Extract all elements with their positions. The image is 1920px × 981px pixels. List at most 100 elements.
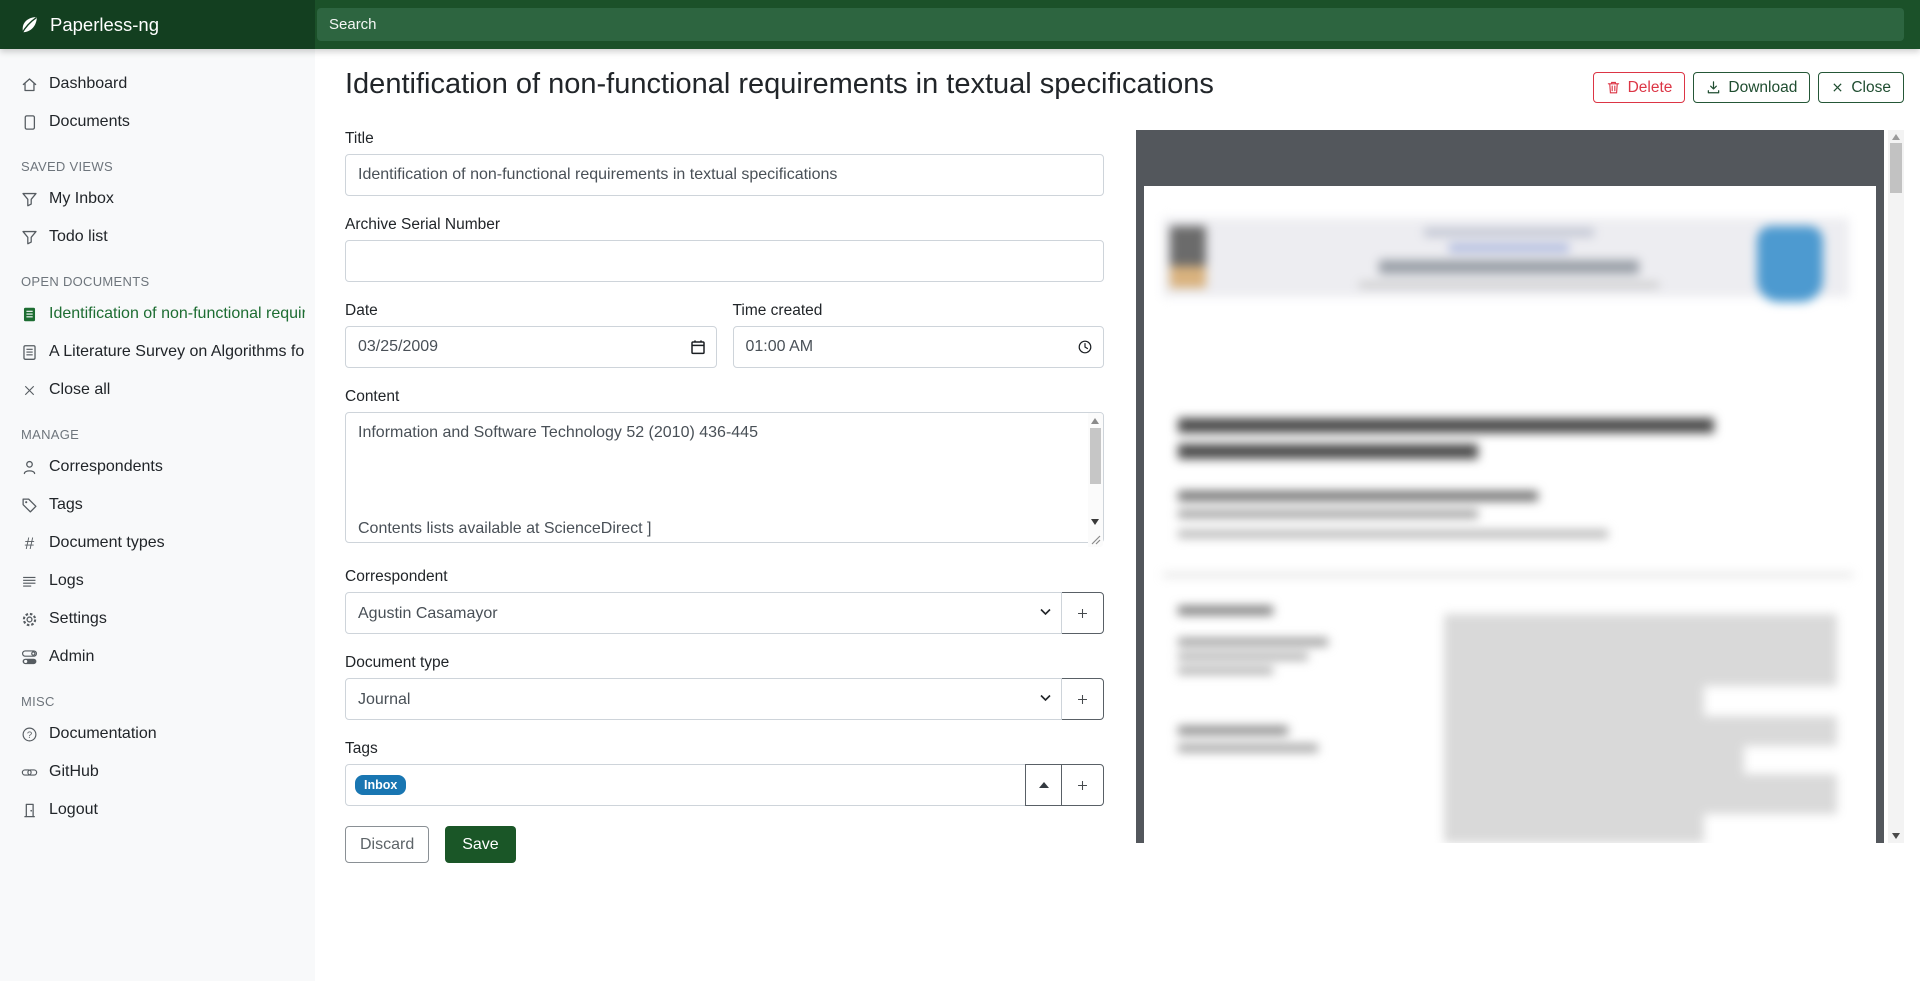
- sidebar-item-document-types[interactable]: # Document types: [0, 524, 315, 562]
- sidebar-heading-manage: MANAGE: [0, 427, 315, 442]
- asn-label: Archive Serial Number: [345, 216, 1104, 234]
- sidebar-item-label: A Literature Survey on Algorithms for Mu…: [49, 343, 305, 361]
- sidebar-item-dashboard[interactable]: Dashboard: [0, 65, 315, 103]
- save-button[interactable]: Save: [445, 826, 515, 863]
- tags-input[interactable]: Inbox: [345, 764, 1026, 806]
- document-type-label: Document type: [345, 654, 1104, 672]
- link-icon: [21, 764, 38, 781]
- content-scrollbar-thumb[interactable]: [1090, 428, 1101, 484]
- sidebar-item-correspondents[interactable]: Correspondents: [0, 448, 315, 486]
- sidebar-item-label: Identification of non-functional require…: [49, 305, 305, 323]
- funnel-icon: [21, 191, 38, 208]
- sidebar-item-label: Close all: [49, 381, 110, 399]
- sidebar-heading-misc: MISC: [0, 694, 315, 709]
- blur-block: [1178, 510, 1478, 518]
- blur-block: [1178, 444, 1478, 459]
- person-icon: [21, 459, 38, 476]
- sidebar-open-document-1[interactable]: Identification of non-functional require…: [0, 295, 315, 333]
- blur-block: [1178, 653, 1308, 660]
- form-actions: Discard Save: [345, 826, 1104, 863]
- sidebar-item-label: Admin: [49, 648, 94, 666]
- blur-block: [1178, 744, 1318, 752]
- gear-icon: [21, 611, 38, 628]
- asn-field-group: Archive Serial Number: [345, 216, 1104, 282]
- add-tag-button[interactable]: [1061, 764, 1104, 806]
- blur-block: [1449, 244, 1569, 252]
- date-input[interactable]: [345, 326, 717, 368]
- sidebar: Dashboard Documents SAVED VIEWS My Inbox: [0, 49, 315, 981]
- preview-scrollbar[interactable]: [1888, 130, 1904, 843]
- app-brand[interactable]: Paperless-ng: [0, 0, 315, 49]
- door-icon: [21, 802, 38, 819]
- sidebar-item-logout[interactable]: Logout: [0, 791, 315, 829]
- title-label: Title: [345, 130, 1104, 148]
- sidebar-item-todo-list[interactable]: Todo list: [0, 218, 315, 256]
- sidebar-item-github[interactable]: GitHub: [0, 753, 315, 791]
- close-button[interactable]: Close: [1818, 72, 1904, 103]
- content-textarea[interactable]: Information and Software Technology 52 (…: [345, 412, 1104, 543]
- download-icon: [1706, 80, 1721, 95]
- correspondent-label: Correspondent: [345, 568, 1104, 586]
- sidebar-item-label: Logout: [49, 801, 98, 819]
- blur-block: [1704, 814, 1837, 843]
- sidebar-item-admin[interactable]: Admin: [0, 638, 315, 676]
- content-field-group: Content Information and Software Technol…: [345, 388, 1104, 548]
- sidebar-item-label: My Inbox: [49, 190, 114, 208]
- date-time-row: Date Time created: [345, 302, 1104, 368]
- document-type-field-group: Document type Journal: [345, 654, 1104, 720]
- sidebar-item-close-all[interactable]: Close all: [0, 371, 315, 409]
- sidebar-item-label: Todo list: [49, 228, 108, 246]
- delete-button-label: Delete: [1628, 79, 1673, 97]
- sidebar-item-settings[interactable]: Settings: [0, 600, 315, 638]
- download-button[interactable]: Download: [1693, 72, 1810, 103]
- toggles-icon: [21, 649, 38, 666]
- scroll-down-arrow[interactable]: [1091, 519, 1099, 525]
- file-icon: [21, 114, 38, 131]
- asn-input[interactable]: [345, 240, 1104, 282]
- sidebar-item-label: Documentation: [49, 725, 157, 743]
- document-edit-form: Title Archive Serial Number Date: [345, 130, 1104, 863]
- sidebar-item-label: Dashboard: [49, 75, 127, 93]
- add-document-type-button[interactable]: [1061, 678, 1104, 720]
- document-detail-body: Title Archive Serial Number Date: [345, 130, 1904, 863]
- scroll-up-arrow[interactable]: [1091, 418, 1099, 424]
- sidebar-item-documentation[interactable]: ? Documentation: [0, 715, 315, 753]
- correspondent-select[interactable]: Agustin Casamayor: [345, 592, 1062, 634]
- pdf-toolbar[interactable]: [1136, 130, 1884, 186]
- scroll-down-arrow[interactable]: [1892, 833, 1900, 839]
- time-label: Time created: [733, 302, 1105, 320]
- resize-handle[interactable]: [1090, 534, 1101, 545]
- close-icon: [21, 382, 38, 399]
- blur-block: [1178, 491, 1538, 501]
- blur-block: [1163, 574, 1853, 576]
- title-input[interactable]: [345, 154, 1104, 196]
- sidebar-item-label: Documents: [49, 113, 130, 131]
- discard-button[interactable]: Discard: [345, 826, 429, 863]
- sidebar-item-tags[interactable]: Tags: [0, 486, 315, 524]
- date-field-group: Date: [345, 302, 717, 368]
- tags-label: Tags: [345, 740, 1104, 758]
- sidebar-heading-open-documents: OPEN DOCUMENTS: [0, 274, 315, 289]
- funnel-icon: [21, 229, 38, 246]
- scroll-up-arrow[interactable]: [1892, 134, 1900, 140]
- document-type-select[interactable]: Journal: [345, 678, 1062, 720]
- sidebar-open-document-2[interactable]: A Literature Survey on Algorithms for Mu…: [0, 333, 315, 371]
- delete-button[interactable]: Delete: [1593, 72, 1686, 103]
- top-navbar: Paperless-ng: [0, 0, 1920, 49]
- tag-badge-inbox[interactable]: Inbox: [355, 775, 406, 796]
- preview-scrollbar-thumb[interactable]: [1890, 143, 1902, 193]
- page-title: Identification of non-functional require…: [345, 65, 1214, 104]
- sidebar-item-logs[interactable]: Logs: [0, 562, 315, 600]
- time-input[interactable]: [733, 326, 1105, 368]
- sidebar-item-documents[interactable]: Documents: [0, 103, 315, 141]
- blur-block: [1359, 282, 1659, 288]
- tags-dropdown-toggle[interactable]: [1025, 764, 1062, 806]
- search-input[interactable]: [317, 8, 1904, 41]
- blur-block: [1170, 266, 1206, 288]
- navbar-body: [315, 0, 1920, 49]
- content-scrollbar[interactable]: [1088, 413, 1103, 547]
- blur-block: [1178, 606, 1273, 615]
- time-field-group: Time created: [733, 302, 1105, 368]
- sidebar-item-my-inbox[interactable]: My Inbox: [0, 180, 315, 218]
- add-correspondent-button[interactable]: [1061, 592, 1104, 634]
